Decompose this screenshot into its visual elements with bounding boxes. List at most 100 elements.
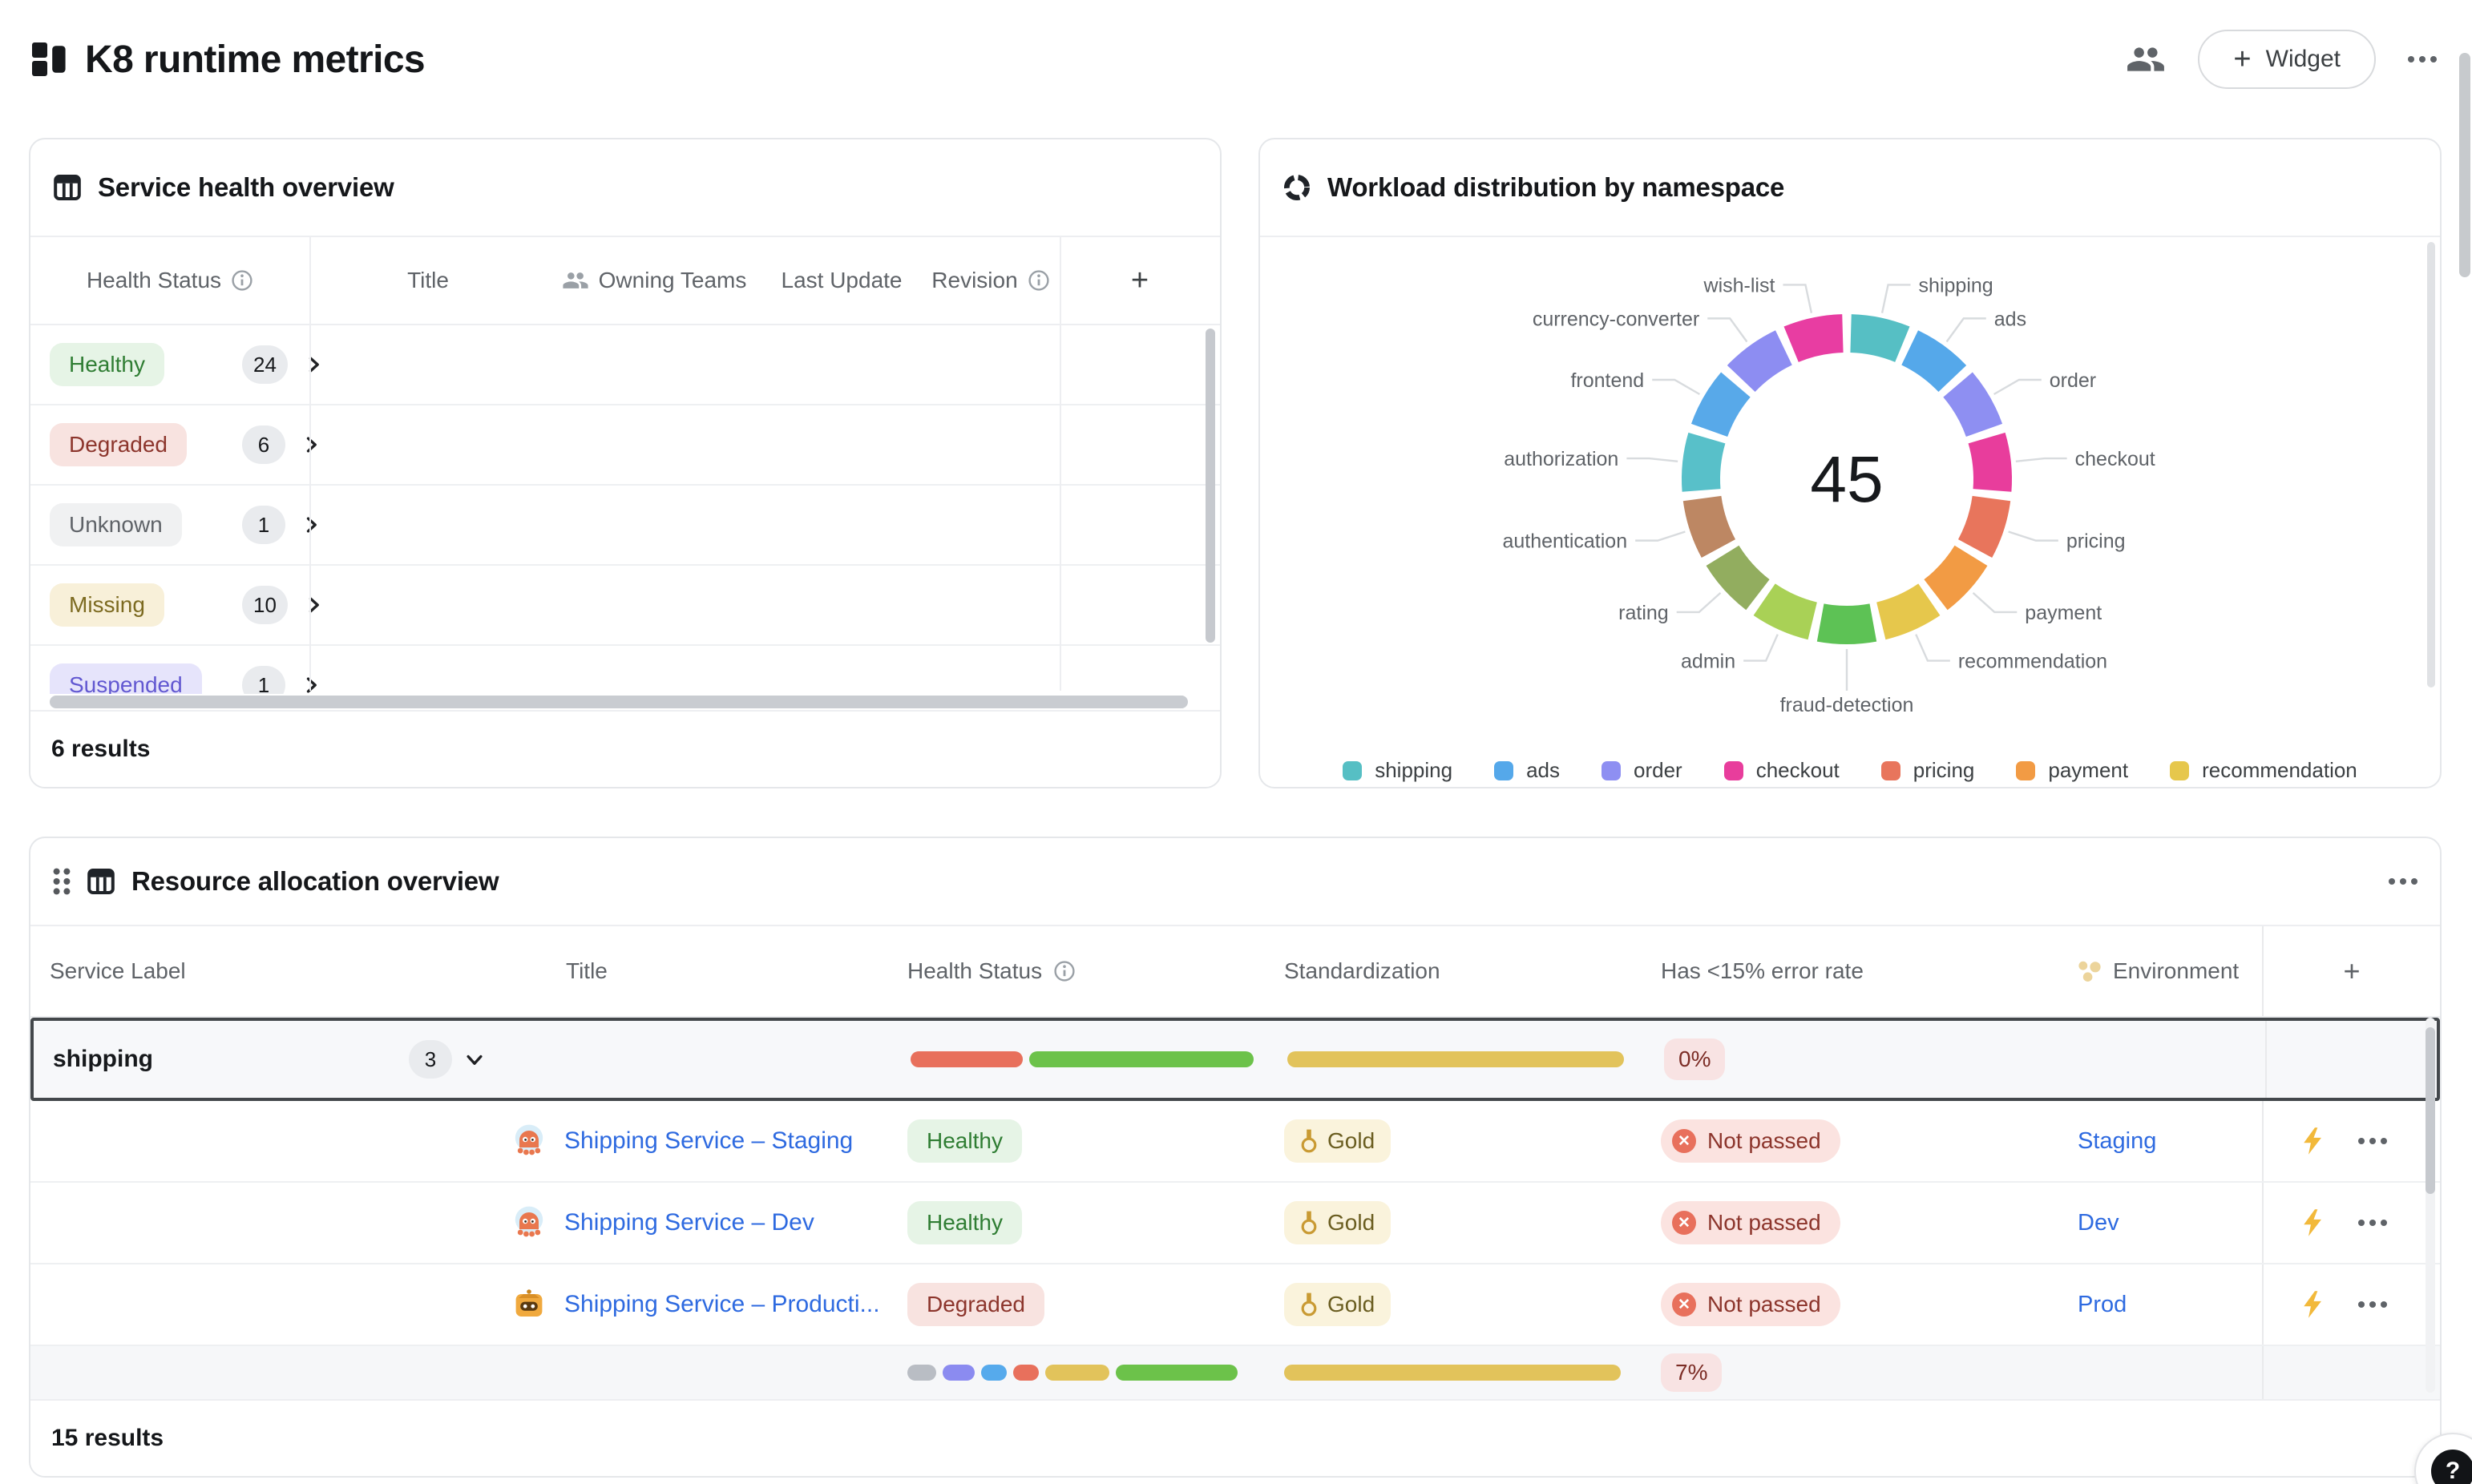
members-icon[interactable] [2126, 39, 2166, 79]
bar-segment [1013, 1365, 1039, 1381]
chevron-down-icon[interactable] [463, 1048, 486, 1071]
bar-segment [981, 1365, 1007, 1381]
environment-cell: Dev [2058, 1183, 2262, 1263]
donut-segment-currency-converter[interactable] [1741, 348, 1783, 379]
donut-label-authorization: authorization [1504, 448, 1618, 470]
drag-handle-icon[interactable] [53, 868, 71, 895]
legend-item-checkout[interactable]: checkout [1724, 758, 1840, 783]
health-status-row-suspended[interactable]: Suspended1 [30, 646, 1220, 694]
column-divider [309, 236, 311, 691]
service-row[interactable]: Shipping Service – Staging Healthy Gold ✕No… [30, 1101, 2440, 1183]
actions-cell [2262, 1346, 2440, 1399]
table-icon [53, 173, 82, 202]
health-status-row-unknown[interactable]: Unknown1 [30, 486, 1220, 566]
column-header--[interactable]: + [2262, 926, 2440, 1016]
service-row[interactable]: Shipping Service – Producti...DegradedGo… [30, 1264, 2440, 1346]
donut-segment-authorization[interactable] [1701, 438, 1707, 490]
table-vertical-scrollbar[interactable] [1206, 329, 1215, 643]
health-status-cell: Healthy [888, 1183, 1265, 1263]
chevron-right-icon[interactable] [300, 514, 322, 536]
donut-segment-ads[interactable] [1910, 348, 1953, 379]
info-icon[interactable] [1028, 269, 1050, 292]
service-row[interactable]: Shipping Service – DevHealthyGold✕Not pa… [30, 1183, 2440, 1264]
health-status-pill: Healthy [907, 1119, 1022, 1163]
row-more-menu[interactable] [2358, 1301, 2387, 1308]
column-label: Health Status [87, 268, 221, 293]
health-status-row-healthy[interactable]: Healthy24 [30, 325, 1220, 405]
health-status-row-degraded[interactable]: Degraded6 [30, 405, 1220, 486]
results-count: 6 results [51, 736, 150, 763]
add-widget-button[interactable]: + Widget [2198, 30, 2376, 89]
standardization-cell: Gold [1265, 1101, 1642, 1181]
table-vertical-scrollbar[interactable] [2426, 1027, 2435, 1194]
chevron-right-icon[interactable] [302, 594, 325, 616]
donut-segment-fraud-detection[interactable] [1820, 623, 1873, 625]
health-status-row-missing[interactable]: Missing10 [30, 566, 1220, 646]
info-icon[interactable] [1053, 960, 1076, 982]
donut-label-order: order [2050, 369, 2096, 392]
resource-card-more-menu[interactable] [2389, 878, 2417, 885]
chevron-right-icon[interactable] [300, 674, 322, 694]
actions-cell [2262, 1264, 2440, 1345]
donut-segment-recommendation[interactable] [1881, 599, 1929, 621]
donut-segment-payment[interactable] [1936, 555, 1971, 595]
resource-card-title: Resource allocation overview [131, 866, 499, 897]
status-pill: Healthy [50, 343, 164, 386]
donut-segment-frontend[interactable] [1710, 385, 1736, 430]
service-health-footer: 6 results [30, 710, 1220, 787]
donut-segment-admin[interactable] [1764, 599, 1812, 621]
lightning-icon[interactable] [2302, 1209, 2323, 1236]
standardization-bar-cell [1265, 1346, 1642, 1399]
legend-chip [1343, 761, 1362, 780]
card-vertical-scrollbar[interactable] [2427, 242, 2435, 688]
environment-link[interactable]: Prod [2078, 1292, 2127, 1318]
donut-segment-order[interactable] [1958, 385, 1985, 430]
donut-segment-authentication[interactable] [1703, 498, 1719, 548]
chevron-right-icon[interactable] [300, 434, 322, 456]
column-header-health-status: Health Status [888, 926, 1265, 1016]
service-title-link[interactable]: Shipping Service – Dev [564, 1209, 814, 1236]
not-passed-badge: ✕Not passed [1661, 1119, 1840, 1163]
column-header--[interactable]: + [1060, 237, 1220, 324]
empty-cell [30, 1346, 502, 1399]
workload-card: Workload distribution by namespace shipp… [1258, 138, 2442, 788]
row-more-menu[interactable] [2358, 1138, 2387, 1144]
info-icon[interactable] [231, 269, 253, 292]
legend-item-shipping[interactable]: shipping [1343, 758, 1452, 783]
status-pill-slot: Missing [50, 583, 204, 627]
donut-segment-wish-list[interactable] [1791, 333, 1843, 345]
column-label: + [2343, 954, 2360, 988]
service-title-link[interactable]: Shipping Service – Producti... [564, 1291, 880, 1318]
table-horizontal-scrollbar[interactable] [50, 696, 1188, 708]
lightning-icon[interactable] [2302, 1127, 2323, 1155]
donut-segment-checkout[interactable] [1987, 438, 1993, 490]
legend-item-recommendation[interactable]: recommendation [2170, 758, 2357, 783]
page-more-menu[interactable] [2408, 56, 2437, 63]
environment-link[interactable]: Staging [2078, 1128, 2156, 1155]
legend-item-payment[interactable]: payment [2016, 758, 2128, 783]
count-badge: 1 [242, 666, 285, 694]
empty-cell [505, 1021, 891, 1098]
title-cell: Shipping Service – Dev [502, 1183, 888, 1263]
chevron-right-icon[interactable] [302, 353, 325, 376]
standardization-bar [1287, 1051, 1624, 1067]
bar-segment [907, 1365, 936, 1381]
donut-segment-shipping[interactable] [1851, 333, 1902, 345]
donut-segment-pricing[interactable] [1975, 498, 1991, 548]
lightning-icon[interactable] [2302, 1291, 2323, 1318]
dashboard: K8 runtime metrics + Widget Service heal… [0, 0, 2472, 1484]
environment-link[interactable]: Dev [2078, 1210, 2119, 1236]
legend-item-order[interactable]: order [1602, 758, 1682, 783]
not-passed-label: Not passed [1707, 1210, 1821, 1236]
legend-item-ads[interactable]: ads [1494, 758, 1560, 783]
row-more-menu[interactable] [2358, 1220, 2387, 1226]
service-title-link[interactable]: Shipping Service – Staging [564, 1127, 853, 1155]
standardization-badge: Gold [1284, 1283, 1391, 1326]
group-row-shipping[interactable]: shipping30% [30, 1018, 2440, 1101]
page-scrollbar[interactable] [2459, 53, 2470, 277]
octopus-avatar [511, 1205, 547, 1240]
donut-center-total: 45 [1810, 443, 1883, 516]
legend-item-pricing[interactable]: pricing [1881, 758, 1975, 783]
count-badge: 6 [242, 425, 285, 464]
donut-segment-rating[interactable] [1723, 555, 1758, 595]
